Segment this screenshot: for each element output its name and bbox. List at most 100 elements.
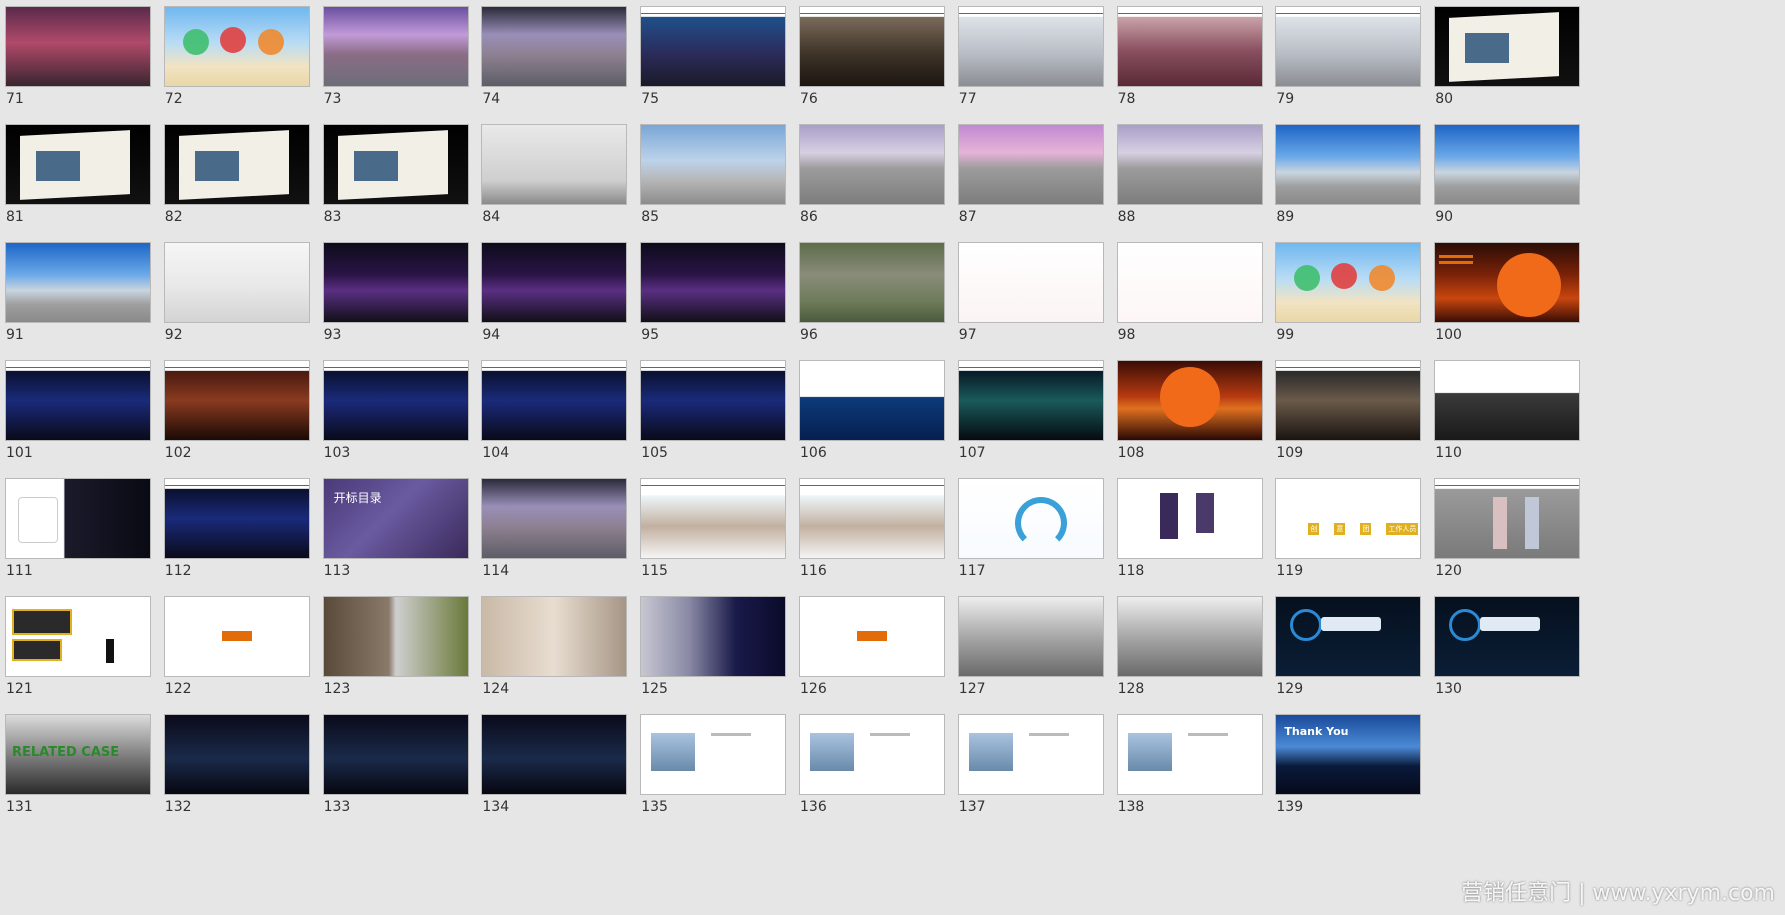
slide-thumbnail[interactable]: 88: [1116, 124, 1263, 240]
slide-preview[interactable]: 开标目录: [322, 478, 469, 559]
slide-thumbnail[interactable]: 开标目录 113: [322, 478, 469, 594]
slide-preview[interactable]: [957, 360, 1104, 441]
slide-thumbnail[interactable]: 129: [1275, 596, 1422, 712]
slide-preview[interactable]: [481, 478, 628, 559]
slide-thumbnail[interactable]: 79: [1275, 6, 1422, 122]
slide-preview[interactable]: [163, 596, 310, 677]
slide-preview[interactable]: [1116, 596, 1263, 677]
slide-thumbnail[interactable]: 100: [1434, 242, 1581, 358]
slide-preview[interactable]: [1116, 714, 1263, 795]
slide-thumbnail[interactable]: 114: [481, 478, 628, 594]
slide-thumbnail[interactable]: 96: [799, 242, 945, 358]
slide-thumbnail[interactable]: Thank You 139: [1275, 714, 1422, 830]
slide-thumbnail[interactable]: 76: [799, 6, 945, 122]
slide-thumbnail[interactable]: 134: [481, 714, 628, 830]
slide-thumbnail[interactable]: 116: [799, 478, 945, 594]
slide-thumbnail[interactable]: 130: [1434, 596, 1581, 712]
slide-thumbnail[interactable]: RELATED CASE 131: [5, 714, 151, 830]
slide-thumbnail[interactable]: 86: [799, 124, 945, 240]
slide-thumbnail[interactable]: 75: [640, 6, 787, 122]
slide-preview[interactable]: [163, 478, 310, 559]
slide-preview[interactable]: [957, 714, 1104, 795]
slide-preview[interactable]: [1116, 360, 1263, 441]
slide-preview[interactable]: [1275, 596, 1422, 677]
slide-thumbnail[interactable]: 89: [1275, 124, 1422, 240]
slide-thumbnail[interactable]: 94: [481, 242, 628, 358]
slide-preview[interactable]: [322, 6, 469, 87]
slide-preview[interactable]: [5, 360, 151, 441]
slide-thumbnail[interactable]: 82: [163, 124, 310, 240]
slide-thumbnail[interactable]: 123: [322, 596, 469, 712]
slide-preview[interactable]: [163, 714, 310, 795]
slide-thumbnail[interactable]: 112: [163, 478, 310, 594]
slide-thumbnail[interactable]: 132: [163, 714, 310, 830]
slide-thumbnail[interactable]: 87: [957, 124, 1104, 240]
slide-thumbnail[interactable]: 83: [322, 124, 469, 240]
slide-thumbnail[interactable]: 93: [322, 242, 469, 358]
slide-preview[interactable]: [163, 6, 310, 87]
slide-thumbnail[interactable]: 85: [640, 124, 787, 240]
slide-preview[interactable]: [163, 360, 310, 441]
slide-thumbnail[interactable]: 106: [799, 360, 945, 476]
slide-preview[interactable]: [799, 360, 945, 441]
slide-thumbnail[interactable]: 103: [322, 360, 469, 476]
slide-preview[interactable]: [957, 6, 1104, 87]
slide-thumbnail[interactable]: 107: [957, 360, 1104, 476]
slide-preview[interactable]: [322, 124, 469, 205]
slide-preview[interactable]: [322, 242, 469, 323]
slide-thumbnail[interactable]: 137: [957, 714, 1104, 830]
slide-thumbnail[interactable]: 74: [481, 6, 628, 122]
slide-thumbnail[interactable]: 80: [1434, 6, 1581, 122]
slide-preview[interactable]: [1434, 596, 1581, 677]
slide-thumbnail[interactable]: 117: [957, 478, 1104, 594]
slide-thumbnail[interactable]: 84: [481, 124, 628, 240]
slide-preview[interactable]: [799, 478, 945, 559]
slide-thumbnail[interactable]: 101: [5, 360, 151, 476]
slide-preview[interactable]: [640, 478, 787, 559]
slide-preview[interactable]: [799, 714, 945, 795]
slide-preview[interactable]: [957, 242, 1104, 323]
slide-thumbnail[interactable]: 118: [1116, 478, 1263, 594]
slide-preview[interactable]: Thank You: [1275, 714, 1422, 795]
slide-preview[interactable]: [481, 714, 628, 795]
slide-thumbnail[interactable]: 109: [1275, 360, 1422, 476]
slide-thumbnail[interactable]: 99: [1275, 242, 1422, 358]
slide-preview[interactable]: [481, 124, 628, 205]
slide-thumbnail[interactable]: 97: [957, 242, 1104, 358]
slide-thumbnail[interactable]: 90: [1434, 124, 1581, 240]
slide-preview[interactable]: [481, 360, 628, 441]
slide-preview[interactable]: [640, 714, 787, 795]
slide-thumbnail[interactable]: 81: [5, 124, 151, 240]
slide-thumbnail[interactable]: 91: [5, 242, 151, 358]
slide-thumbnail[interactable]: 71: [5, 6, 151, 122]
slide-thumbnail[interactable]: 110: [1434, 360, 1581, 476]
slide-preview[interactable]: [1275, 360, 1422, 441]
slide-preview[interactable]: [481, 242, 628, 323]
slide-thumbnail[interactable]: 98: [1116, 242, 1263, 358]
slide-preview[interactable]: [957, 478, 1104, 559]
slide-thumbnail[interactable]: 77: [957, 6, 1104, 122]
slide-thumbnail[interactable]: 104: [481, 360, 628, 476]
slide-preview[interactable]: [1434, 360, 1581, 441]
slide-preview[interactable]: [1116, 6, 1263, 87]
slide-thumbnail[interactable]: 95: [640, 242, 787, 358]
slide-thumbnail[interactable]: 120: [1434, 478, 1581, 594]
slide-preview[interactable]: [1275, 242, 1422, 323]
slide-preview[interactable]: [5, 124, 151, 205]
slide-preview[interactable]: [1116, 124, 1263, 205]
slide-preview[interactable]: [163, 242, 310, 323]
slide-thumbnail[interactable]: 创 意 团 工作人员 119: [1275, 478, 1422, 594]
slide-thumbnail[interactable]: 136: [799, 714, 945, 830]
slide-thumbnail[interactable]: 133: [322, 714, 469, 830]
slide-thumbnail[interactable]: 92: [163, 242, 310, 358]
slide-preview[interactable]: [799, 6, 945, 87]
slide-preview[interactable]: [1116, 242, 1263, 323]
slide-thumbnail[interactable]: 127: [957, 596, 1104, 712]
slide-thumbnail[interactable]: 115: [640, 478, 787, 594]
slide-thumbnail[interactable]: 124: [481, 596, 628, 712]
slide-thumbnail[interactable]: 138: [1116, 714, 1263, 830]
slide-thumbnail[interactable]: 135: [640, 714, 787, 830]
slide-thumbnail[interactable]: 108: [1116, 360, 1263, 476]
slide-preview[interactable]: [322, 360, 469, 441]
slide-preview[interactable]: [640, 124, 787, 205]
